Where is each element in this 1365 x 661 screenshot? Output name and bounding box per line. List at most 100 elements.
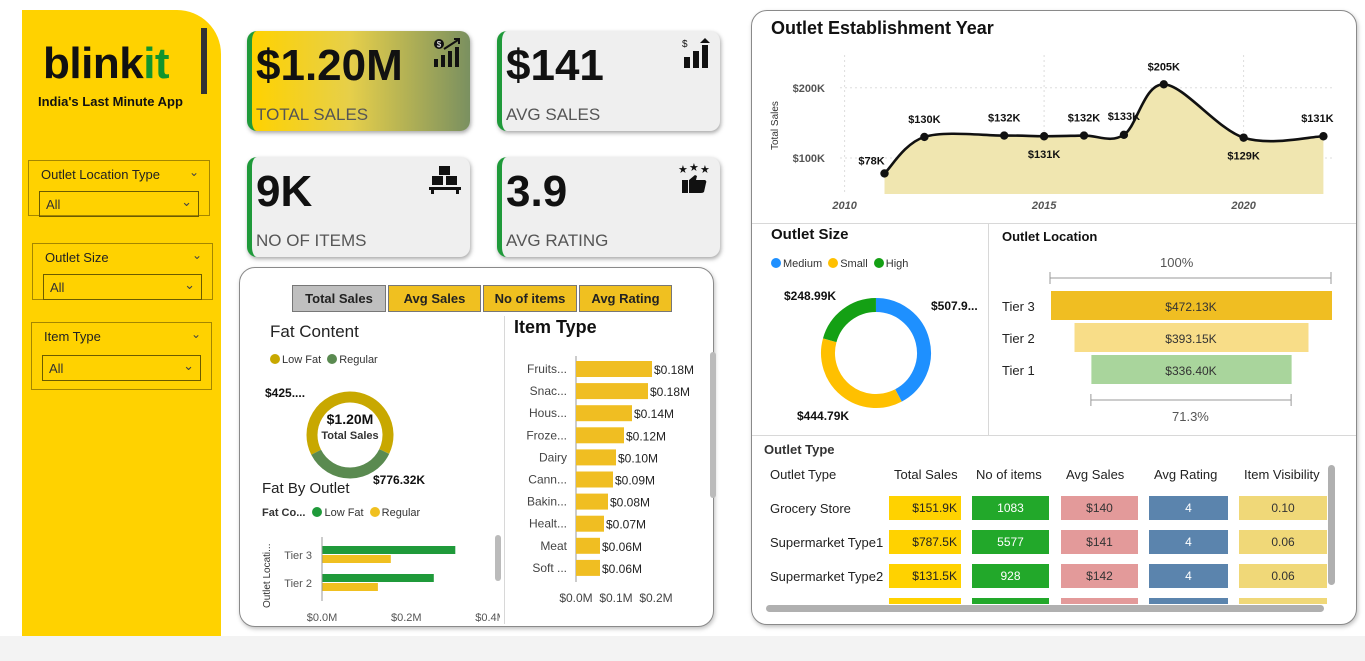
bar[interactable]: [576, 383, 648, 400]
donut-slice-medium[interactable]: [875, 298, 931, 402]
metric-button-total-sales[interactable]: Total Sales: [292, 285, 386, 312]
slicer-outlet-size[interactable]: Outlet Size ⌄ All ⌄: [32, 243, 213, 300]
data-label: $472.13K: [1165, 300, 1216, 314]
data-label: $205K: [1148, 61, 1180, 73]
outlet-type-title: Outlet Type: [764, 442, 835, 457]
kpi-label: AVG RATING: [506, 231, 609, 250]
divider: [752, 223, 1356, 224]
tick-label: $100K: [793, 153, 825, 165]
bar[interactable]: [576, 427, 624, 444]
donut-slice-regular[interactable]: [311, 448, 390, 479]
bar[interactable]: [576, 559, 600, 576]
bar[interactable]: [322, 546, 456, 554]
kpi-avg-sales: $141 AVG SALES $: [497, 31, 720, 131]
partial-cell: [1061, 598, 1138, 604]
fat-content-legend: Low Fat Regular: [270, 354, 378, 366]
data-label-small: $444.79K: [797, 409, 850, 423]
category-label: Soft ...: [532, 561, 567, 575]
outlet-size-legend: Medium Small High: [771, 258, 908, 270]
slicer-outlet-location-type[interactable]: Outlet Location Type ⌄ All ⌄: [28, 160, 210, 217]
data-label-low-fat: $776.32K: [373, 473, 426, 487]
bar[interactable]: [322, 574, 434, 582]
divider: [752, 435, 1356, 436]
data-point[interactable]: [1159, 80, 1168, 89]
divider: [988, 224, 989, 435]
svg-text:$: $: [682, 39, 688, 50]
table-cell: $141: [1061, 530, 1138, 554]
slicer-value: All: [46, 197, 61, 212]
data-label: $131K: [1301, 113, 1333, 125]
bar[interactable]: [322, 555, 391, 563]
data-point[interactable]: [1000, 131, 1009, 140]
outlet-size-donut[interactable]: [820, 297, 932, 409]
slicer-dropdown[interactable]: All ⌄: [42, 355, 201, 381]
column-header[interactable]: Avg Rating: [1154, 467, 1217, 482]
bar[interactable]: [576, 471, 613, 488]
donut-slice-small[interactable]: [821, 338, 902, 408]
data-label-medium: $507.9...: [931, 299, 978, 313]
table-horizontal-scrollbar[interactable]: [766, 605, 1324, 612]
fat-by-outlet-chart[interactable]: Tier 3 Tier 2 $0.0M $0.2M $0.4M: [280, 535, 500, 625]
data-point[interactable]: [1239, 133, 1248, 142]
kpi-value: 9K: [256, 167, 313, 216]
metric-button-avg-rating[interactable]: Avg Rating: [579, 285, 672, 312]
row-label: Grocery Store: [770, 501, 851, 516]
establishment-title: Outlet Establishment Year: [771, 18, 994, 38]
data-point[interactable]: [1319, 132, 1328, 141]
data-point[interactable]: [1119, 130, 1129, 140]
data-point[interactable]: [1039, 132, 1049, 141]
fat-by-outlet-axis-label: Outlet Locati...: [262, 543, 273, 608]
tick-label: $200K: [793, 83, 825, 95]
chevron-down-icon[interactable]: ⌄: [192, 248, 202, 262]
metric-button-avg-sales[interactable]: Avg Sales: [388, 285, 481, 312]
bar[interactable]: [576, 405, 632, 422]
data-label: $0.06M: [602, 562, 642, 576]
column-header[interactable]: Total Sales: [894, 467, 958, 482]
tick-label: 2010: [831, 200, 857, 212]
data-label: $78K: [858, 155, 884, 167]
bar[interactable]: [322, 583, 378, 591]
establishment-ylabel: Total Sales: [770, 101, 781, 150]
bar[interactable]: [576, 493, 608, 510]
bar-growth-icon: $: [680, 37, 712, 74]
scrollbar[interactable]: [495, 535, 501, 581]
bar[interactable]: [576, 361, 652, 377]
column-header[interactable]: Outlet Type: [770, 467, 836, 482]
donut-center-label: Total Sales: [321, 430, 379, 442]
kpi-value: $1.20M: [256, 41, 403, 90]
tick-label: $0.4M: [475, 612, 500, 624]
bar[interactable]: [576, 537, 600, 554]
donut-slice-high[interactable]: [822, 298, 877, 343]
slicer-item-type[interactable]: Item Type ⌄ All ⌄: [31, 322, 212, 390]
data-label: $0.07M: [606, 518, 646, 532]
table-cell: 0.06: [1239, 564, 1327, 588]
slicer-dropdown[interactable]: All ⌄: [43, 274, 202, 300]
partial-cell: [889, 598, 961, 604]
data-point[interactable]: [880, 169, 889, 178]
thumbs-up-stars-icon: ★ ★ ★: [678, 161, 712, 200]
metric-button-no-of-items[interactable]: No of items: [483, 285, 577, 312]
table-vertical-scrollbar[interactable]: [1328, 465, 1335, 585]
column-header[interactable]: Avg Sales: [1066, 467, 1124, 482]
chevron-down-icon[interactable]: ⌄: [189, 165, 199, 179]
item-type-chart[interactable]: Fruits... $0.18M Snac... $0.18M Hous... $0.14…: [505, 350, 710, 610]
dashboard: blinkit India's Last Minute App Outlet L…: [0, 0, 1365, 661]
legend-swatch-regular: [327, 354, 338, 364]
slicer-title: Item Type: [44, 329, 101, 344]
outlet-location-funnel[interactable]: Tier 3 $472.13K Tier 2 $393.15K Tier 1 $336.4…: [995, 268, 1345, 408]
data-point[interactable]: [920, 132, 929, 142]
data-label: $129K: [1227, 151, 1259, 163]
bar[interactable]: [576, 515, 604, 532]
column-header[interactable]: No of items: [976, 467, 1042, 482]
category-label: Snac...: [530, 384, 567, 398]
slicer-dropdown[interactable]: All ⌄: [39, 191, 199, 217]
bar[interactable]: [576, 449, 616, 466]
data-point[interactable]: [1079, 131, 1089, 140]
category-label: Dairy: [539, 450, 567, 464]
column-header[interactable]: Item Visibility: [1244, 467, 1320, 482]
brand-tagline: India's Last Minute App: [38, 94, 183, 109]
scrollbar[interactable]: [710, 352, 716, 498]
establishment-chart[interactable]: $78K $130K $132K $131K $132K $133K $205K $129K $…: [785, 45, 1350, 220]
chevron-down-icon[interactable]: ⌄: [191, 327, 201, 341]
category-label: Tier 2: [1002, 331, 1035, 346]
